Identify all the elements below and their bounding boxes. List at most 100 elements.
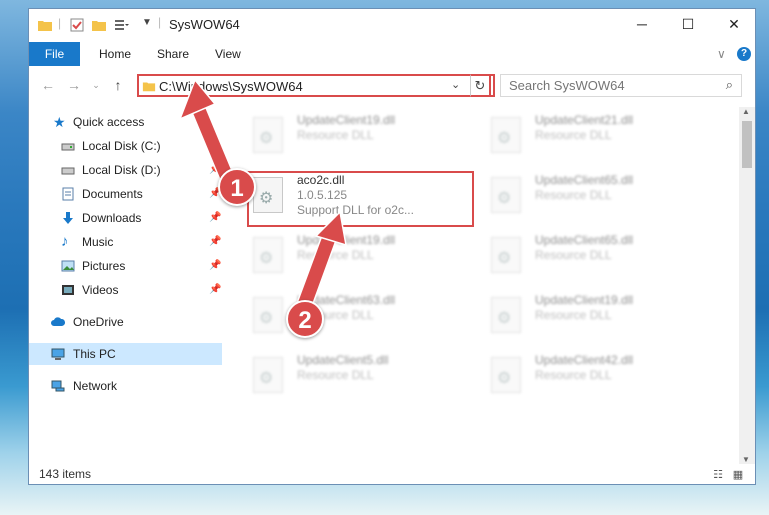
file-name: UpdateClient65.dll (535, 173, 634, 187)
nav-pictures[interactable]: Pictures 📌 (29, 255, 222, 277)
drive-icon (61, 167, 75, 175)
file-description: Resource DLL (535, 188, 612, 202)
file-description: Resource DLL (297, 128, 374, 142)
close-button[interactable]: ✕ (711, 9, 755, 39)
customize-toolbar-icon[interactable] (113, 17, 129, 33)
tab-share[interactable]: Share (157, 42, 189, 66)
nav-local-disk-d[interactable]: Local Disk (D:) 📌 (29, 159, 222, 181)
nav-label: This PC (73, 347, 116, 361)
nav-label: Local Disk (D:) (82, 163, 161, 177)
pin-icon: 📌 (209, 260, 222, 271)
star-icon: ★ (53, 114, 66, 130)
scrollbar-thumb[interactable] (742, 121, 752, 168)
new-folder-icon[interactable] (91, 17, 107, 33)
nav-downloads[interactable]: Downloads 📌 (29, 207, 222, 229)
nav-this-pc[interactable]: This PC (29, 343, 222, 365)
scroll-down-icon[interactable]: ▼ (742, 455, 750, 464)
nav-music[interactable]: ♪ Music 📌 (29, 231, 222, 253)
recent-locations-icon[interactable]: ⌄ (87, 76, 105, 94)
file-name: UpdateClient19.dll (297, 233, 396, 247)
file-item[interactable]: ⚙ UpdateClient19.dll Resource DLL (249, 109, 474, 161)
properties-icon[interactable] (69, 17, 85, 33)
nav-local-disk-c[interactable]: Local Disk (C:) 📌 (29, 135, 222, 157)
forward-button[interactable]: → (65, 76, 83, 94)
dll-file-icon: ⚙ (491, 297, 521, 333)
nav-label: Quick access (73, 115, 145, 129)
vertical-scrollbar[interactable]: ▲ ▼ (739, 107, 755, 467)
dll-file-icon: ⚙ (253, 297, 283, 333)
network-icon (51, 380, 65, 392)
file-item[interactable]: ⚙ UpdateClient42.dll Resource DLL (487, 349, 712, 401)
address-path: C:\Windows\SysWOW64 (159, 79, 303, 94)
separator: | (158, 15, 162, 29)
tab-file[interactable]: File (29, 42, 80, 66)
dll-file-icon: ⚙ (491, 357, 521, 393)
search-icon[interactable]: ⌕ (726, 77, 733, 93)
pictures-icon (61, 260, 75, 272)
navigation-pane: ★ Quick access Local Disk (C:) 📌 Local D… (29, 107, 222, 467)
file-description: Resource DLL (535, 128, 612, 142)
refresh-button[interactable]: ↻ (470, 74, 491, 97)
nav-label: OneDrive (73, 315, 124, 329)
file-name: UpdateClient21.dll (535, 113, 634, 127)
dll-file-icon: ⚙ (253, 117, 283, 153)
music-icon: ♪ (61, 233, 69, 250)
item-count: 143 items (39, 467, 92, 481)
title-bar: | ▼ | SysWOW64 ─ ☐ ✕ (29, 9, 755, 39)
up-button[interactable]: ↑ (109, 76, 127, 94)
file-name: UpdateClient42.dll (535, 353, 634, 367)
computer-icon (51, 348, 65, 360)
ribbon-tabs: File Home Share View ∨ ? (29, 42, 755, 66)
file-description: Resource DLL (535, 308, 612, 322)
file-description: Resource DLL (535, 248, 612, 262)
nav-label: Pictures (82, 259, 126, 273)
file-item[interactable]: ⚙ UpdateClient65.dll Resource DLL (487, 169, 712, 221)
nav-label: Network (73, 379, 118, 393)
tab-home[interactable]: Home (99, 42, 131, 66)
dll-file-icon: ⚙ (491, 117, 521, 153)
file-item[interactable]: ⚙ UpdateClient21.dll Resource DLL (487, 109, 712, 161)
address-bar[interactable]: C:\Windows\SysWOW64 ⌄ (137, 74, 495, 97)
nav-onedrive[interactable]: OneDrive (29, 311, 222, 333)
nav-videos[interactable]: Videos 📌 (29, 279, 222, 301)
nav-label: Documents (82, 187, 143, 201)
step-badge-1: 1 (218, 168, 256, 206)
file-description: Resource DLL (535, 368, 612, 382)
help-icon[interactable]: ? (737, 47, 751, 61)
gear-icon: ⚙ (259, 130, 274, 147)
back-button[interactable]: ← (39, 76, 57, 94)
nav-quick-access[interactable]: ★ Quick access (29, 111, 222, 133)
ribbon-collapse-icon[interactable]: ∨ (717, 42, 726, 66)
search-input[interactable] (509, 78, 709, 93)
file-description: Resource DLL (297, 248, 374, 262)
dll-file-icon: ⚙ (253, 237, 283, 273)
file-item[interactable]: ⚙ UpdateClient19.dll Resource DLL (487, 289, 712, 341)
nav-label: Music (82, 235, 114, 249)
nav-documents[interactable]: Documents 📌 (29, 183, 222, 205)
step-badge-2: 2 (286, 300, 324, 338)
scroll-up-icon[interactable]: ▲ (742, 107, 750, 116)
videos-icon (62, 285, 74, 295)
quick-access-dropdown-icon[interactable]: ▼ (142, 17, 152, 28)
status-bar: 143 items ☷ ▦ (29, 464, 755, 484)
file-list: ⚙ UpdateClient19.dll Resource DLL ⚙ Upda… (229, 107, 741, 462)
nav-network[interactable]: Network (29, 375, 222, 397)
address-dropdown-icon[interactable]: ⌄ (451, 78, 460, 91)
file-item[interactable]: ⚙ UpdateClient19.dll Resource DLL (249, 229, 474, 281)
file-item[interactable]: ⚙ UpdateClient5.dll Resource DLL (249, 349, 474, 401)
dll-file-icon: ⚙ (491, 177, 521, 213)
maximize-button[interactable]: ☐ (665, 9, 711, 39)
folder-icon (142, 82, 156, 92)
details-view-icon[interactable]: ☷ (710, 468, 726, 482)
file-description: Resource DLL (297, 368, 374, 382)
tab-view[interactable]: View (215, 42, 241, 66)
gear-icon: ⚙ (497, 130, 512, 147)
file-item[interactable]: ⚙ UpdateClient63.dll Resource DLL (249, 289, 474, 341)
file-item[interactable]: ⚙ UpdateClient65.dll Resource DLL (487, 229, 712, 281)
minimize-button[interactable]: ─ (619, 9, 665, 39)
gear-icon: ⚙ (497, 370, 512, 387)
gear-icon: ⚙ (259, 250, 274, 267)
search-box[interactable]: ⌕ (500, 74, 742, 97)
folder-icon (38, 21, 52, 31)
large-icons-view-icon[interactable]: ▦ (730, 468, 746, 482)
